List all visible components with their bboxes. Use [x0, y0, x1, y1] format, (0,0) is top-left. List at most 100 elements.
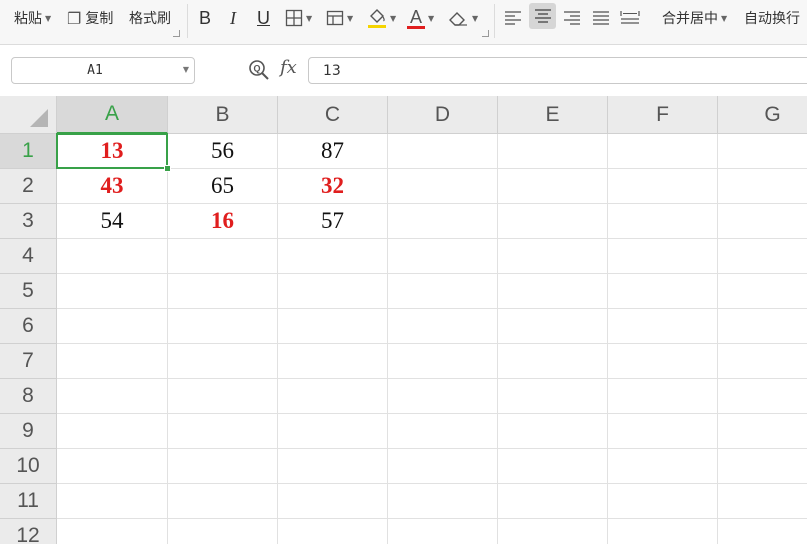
chevron-down-icon[interactable]: ▼ [183, 65, 189, 74]
cell-b5[interactable] [168, 274, 278, 309]
cell-g12[interactable] [718, 519, 807, 544]
align-center-button[interactable] [529, 3, 556, 29]
column-header-d[interactable]: D [388, 96, 498, 134]
clear-format-button[interactable]: ▼ [447, 0, 478, 36]
cell-a5[interactable] [57, 274, 168, 309]
cell-a2[interactable]: 43 [57, 169, 168, 204]
cell-f2[interactable] [608, 169, 718, 204]
fill-color-button[interactable]: ▼ [367, 0, 396, 36]
cell-f4[interactable] [608, 239, 718, 274]
cell-g3[interactable] [718, 204, 807, 239]
column-header-g[interactable]: G [718, 96, 807, 134]
column-header-b[interactable]: B [168, 96, 278, 134]
cell-d6[interactable] [388, 309, 498, 344]
cell-c3[interactable]: 57 [278, 204, 388, 239]
cell-g5[interactable] [718, 274, 807, 309]
underline-button[interactable]: U [257, 0, 270, 36]
cell-g10[interactable] [718, 449, 807, 484]
cell-b3[interactable]: 16 [168, 204, 278, 239]
cell-c10[interactable] [278, 449, 388, 484]
cell-g7[interactable] [718, 344, 807, 379]
row-header-4[interactable]: 4 [0, 239, 57, 274]
cell-c2[interactable]: 32 [278, 169, 388, 204]
cell-g9[interactable] [718, 414, 807, 449]
cell-e11[interactable] [498, 484, 608, 519]
cell-d5[interactable] [388, 274, 498, 309]
cell-b12[interactable] [168, 519, 278, 544]
cell-a3[interactable]: 54 [57, 204, 168, 239]
cell-f12[interactable] [608, 519, 718, 544]
bold-button[interactable]: B [199, 0, 211, 36]
wrap-text-button[interactable]: 自动换行 [744, 0, 800, 36]
row-header-10[interactable]: 10 [0, 449, 57, 484]
row-header-6[interactable]: 6 [0, 309, 57, 344]
borders-button[interactable]: ▼ [285, 0, 312, 36]
cell-d7[interactable] [388, 344, 498, 379]
cell-a12[interactable] [57, 519, 168, 544]
cell-g8[interactable] [718, 379, 807, 414]
row-header-9[interactable]: 9 [0, 414, 57, 449]
cell-c6[interactable] [278, 309, 388, 344]
cell-c4[interactable] [278, 239, 388, 274]
cell-e2[interactable] [498, 169, 608, 204]
cell-a7[interactable] [57, 344, 168, 379]
cell-a1[interactable]: 13 [57, 134, 168, 169]
cell-e10[interactable] [498, 449, 608, 484]
copy-button[interactable]: ❐ 复制 [67, 0, 113, 36]
cell-d11[interactable] [388, 484, 498, 519]
formula-input[interactable]: 13 [308, 57, 807, 84]
cell-a10[interactable] [57, 449, 168, 484]
cell-c1[interactable]: 87 [278, 134, 388, 169]
cell-e6[interactable] [498, 309, 608, 344]
cell-g6[interactable] [718, 309, 807, 344]
cell-b4[interactable] [168, 239, 278, 274]
cell-e1[interactable] [498, 134, 608, 169]
cell-a8[interactable] [57, 379, 168, 414]
cell-e12[interactable] [498, 519, 608, 544]
italic-button[interactable]: I [230, 0, 236, 36]
cell-a9[interactable] [57, 414, 168, 449]
row-header-7[interactable]: 7 [0, 344, 57, 379]
cell-d4[interactable] [388, 239, 498, 274]
cell-d3[interactable] [388, 204, 498, 239]
row-header-5[interactable]: 5 [0, 274, 57, 309]
cell-f6[interactable] [608, 309, 718, 344]
cell-b2[interactable]: 65 [168, 169, 278, 204]
cell-d9[interactable] [388, 414, 498, 449]
cell-e7[interactable] [498, 344, 608, 379]
row-header-12[interactable]: 12 [0, 519, 57, 544]
cell-a4[interactable] [57, 239, 168, 274]
cell-c11[interactable] [278, 484, 388, 519]
name-box[interactable]: A1 ▼ [11, 57, 195, 84]
cell-g2[interactable] [718, 169, 807, 204]
cell-d8[interactable] [388, 379, 498, 414]
cell-b7[interactable] [168, 344, 278, 379]
cell-f8[interactable] [608, 379, 718, 414]
cell-b9[interactable] [168, 414, 278, 449]
cell-g4[interactable] [718, 239, 807, 274]
insert-function-button[interactable]: fx [280, 57, 297, 78]
cell-f9[interactable] [608, 414, 718, 449]
cell-d12[interactable] [388, 519, 498, 544]
cell-c5[interactable] [278, 274, 388, 309]
cell-d1[interactable] [388, 134, 498, 169]
cell-f10[interactable] [608, 449, 718, 484]
cell-f1[interactable] [608, 134, 718, 169]
row-header-1[interactable]: 1 [0, 134, 57, 169]
merge-center-button[interactable]: 合并居中 ▼ [662, 0, 727, 36]
cell-style-button[interactable]: ▼ [326, 0, 353, 36]
cell-f7[interactable] [608, 344, 718, 379]
justify-button[interactable] [589, 0, 613, 36]
cell-g1[interactable] [718, 134, 807, 169]
cell-e9[interactable] [498, 414, 608, 449]
align-left-button[interactable] [501, 0, 525, 36]
cell-e3[interactable] [498, 204, 608, 239]
row-header-2[interactable]: 2 [0, 169, 57, 204]
cell-e5[interactable] [498, 274, 608, 309]
zoom-search-icon[interactable]: Q [248, 59, 270, 86]
row-header-3[interactable]: 3 [0, 204, 57, 239]
distributed-align-button[interactable] [618, 0, 642, 36]
select-all-button[interactable] [0, 96, 57, 134]
cell-b6[interactable] [168, 309, 278, 344]
format-painter-button[interactable]: 格式刷 [129, 0, 171, 36]
